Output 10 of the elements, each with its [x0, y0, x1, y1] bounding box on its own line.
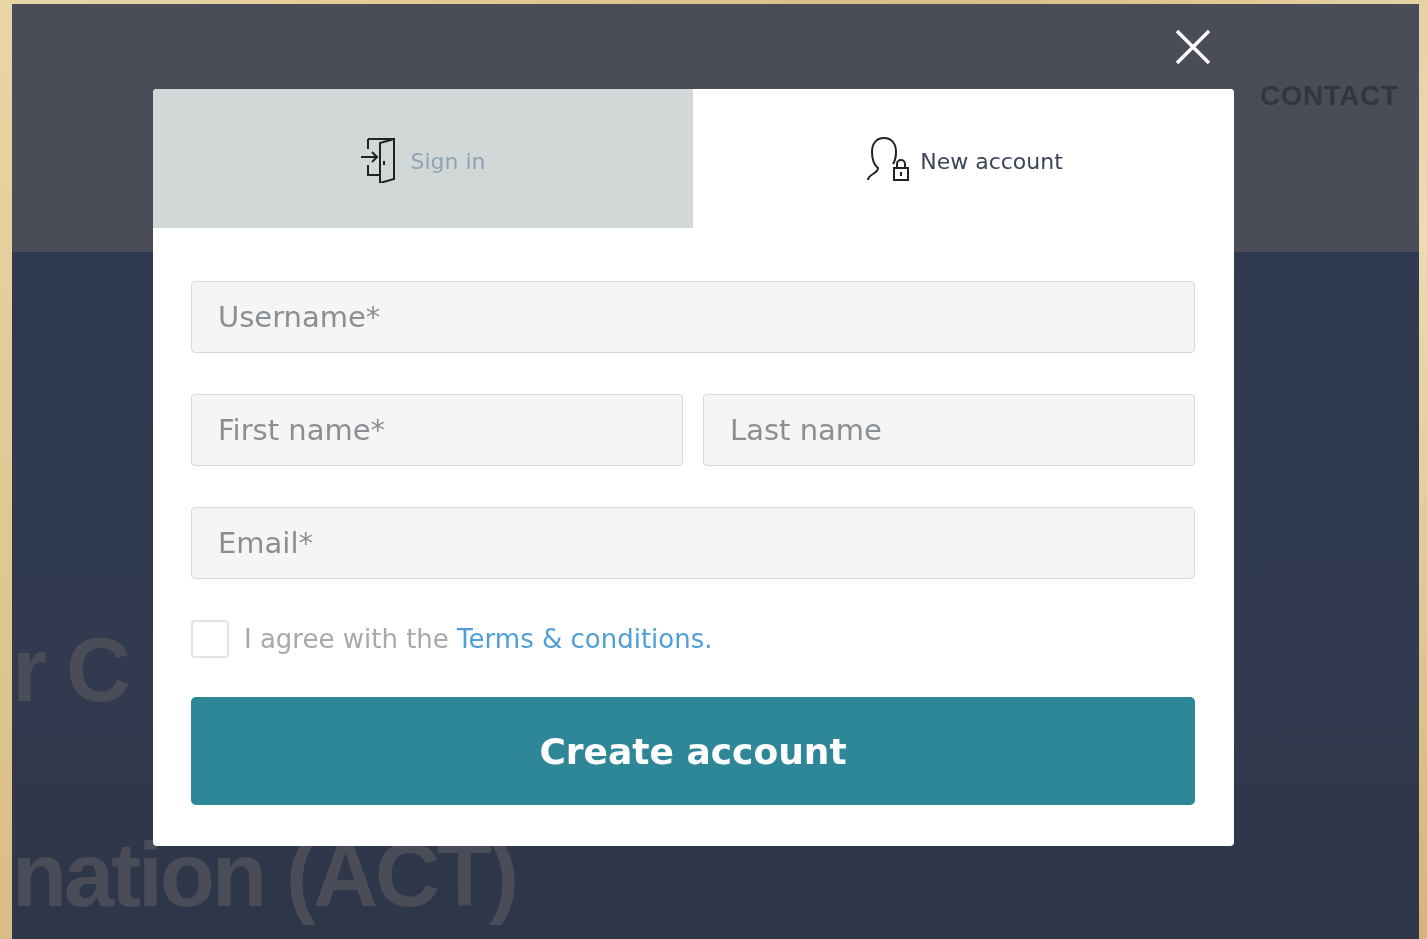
- text-field[interactable]: Email*: [191, 507, 1195, 579]
- tab[interactable]: Sign in: [153, 89, 693, 228]
- create-account-button[interactable]: Create account: [191, 697, 1195, 805]
- terms-link[interactable]: Terms & conditions.: [457, 624, 713, 654]
- text-field[interactable]: Username*: [191, 281, 1195, 353]
- agreement-text: I agree with the Terms & conditions.: [244, 624, 713, 654]
- text-field[interactable]: First name*: [191, 394, 683, 466]
- text-field[interactable]: Last name: [703, 394, 1195, 466]
- close-icon[interactable]: [1175, 29, 1211, 65]
- checkbox[interactable]: [191, 620, 229, 658]
